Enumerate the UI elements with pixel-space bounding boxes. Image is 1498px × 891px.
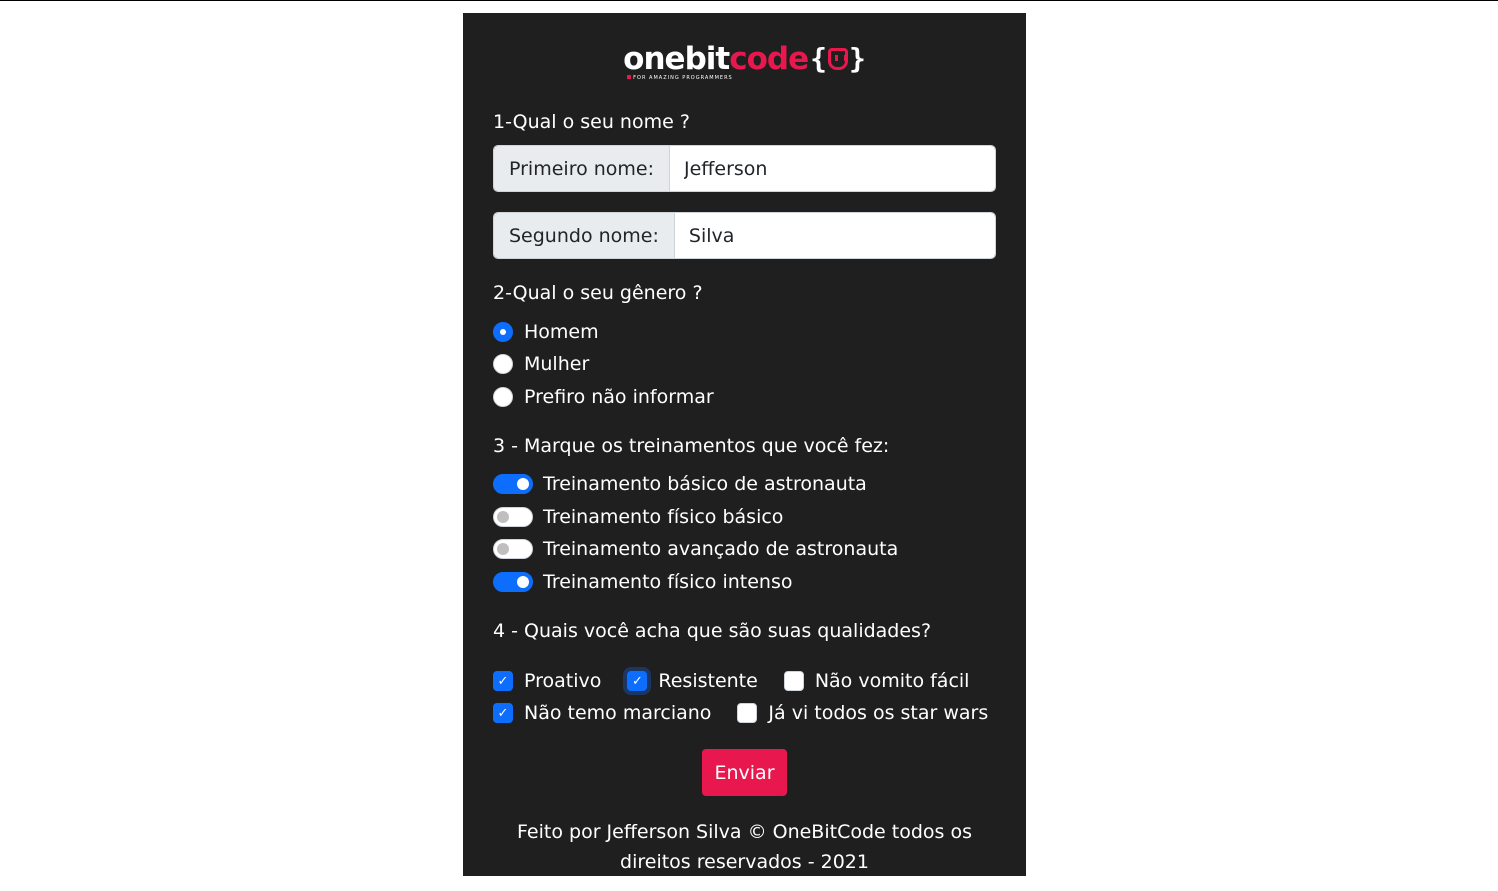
logo-text-code: code — [729, 41, 809, 77]
question-trainings-title: 3 - Marque os treinamentos que você fez: — [493, 435, 890, 457]
switch-treinamento-basico-astronauta[interactable]: Treinamento básico de astronauta — [493, 473, 867, 495]
radio-prefiro-nao-informar[interactable]: Prefiro não informar — [493, 386, 714, 408]
logo-brace-open: { — [810, 42, 827, 75]
rock-hand-icon — [827, 48, 848, 70]
checkbox-ja-vi-star-wars[interactable]: Já vi todos os star wars — [737, 702, 988, 724]
toggle-switch-on[interactable] — [493, 474, 533, 494]
radio-button[interactable] — [493, 387, 513, 407]
switch-label: Treinamento avançado de astronauta — [543, 538, 899, 560]
checkbox-label: Já vi todos os star wars — [768, 702, 989, 724]
second-name-input[interactable] — [674, 213, 995, 258]
logo: onebit code { } FOR AMAZING PROGRAMMERS — [463, 43, 1026, 83]
radio-mulher[interactable]: Mulher — [493, 353, 589, 375]
first-name-input[interactable] — [670, 146, 995, 191]
switch-treinamento-fisico-basico[interactable]: Treinamento físico básico — [493, 506, 783, 528]
toggle-switch-on[interactable] — [493, 572, 533, 592]
checkbox-nao-vomito-facil[interactable]: Não vomito fácil — [783, 670, 970, 692]
checkbox-resistente[interactable]: ✓ Resistente — [627, 670, 758, 692]
checkbox-nao-temo-marciano[interactable]: ✓ Não temo marciano — [493, 702, 711, 724]
qualities-row-2: ✓ Não temo marciano Já vi todos os star … — [493, 702, 1014, 724]
radio-label: Prefiro não informar — [524, 386, 714, 408]
switch-treinamento-fisico-intenso[interactable]: Treinamento físico intenso — [493, 571, 793, 593]
switch-label: Treinamento físico básico — [543, 506, 784, 528]
logo-tagline: FOR AMAZING PROGRAMMERS — [627, 75, 733, 81]
toggle-switch-off[interactable] — [493, 539, 533, 559]
logo-brace-close: } — [848, 42, 866, 75]
footer-credits: Feito por Jefferson Silva © OneBitCode t… — [517, 821, 972, 873]
qualities-row-1: ✓ Proativo ✓ Resistente Não vomito fácil — [493, 670, 995, 692]
first-name-label: Primeiro nome: — [494, 146, 671, 191]
question-qualities-title: 4 - Quais você acha que são suas qualida… — [493, 620, 932, 642]
form-panel: onebit code { } FOR AMAZING PROGRAMMERS … — [463, 13, 1026, 876]
toggle-switch-off[interactable] — [493, 507, 533, 527]
radio-button[interactable] — [493, 354, 513, 374]
second-name-group: Segundo nome: — [493, 212, 996, 259]
switch-treinamento-avancado-astronauta[interactable]: Treinamento avançado de astronauta — [493, 538, 898, 560]
switch-label: Treinamento básico de astronauta — [543, 473, 867, 495]
checkbox-label: Resistente — [658, 670, 758, 692]
question-gender-title: 2-Qual o seu gênero ? — [493, 282, 703, 304]
checkbox-label: Não temo marciano — [524, 702, 712, 724]
check-icon[interactable]: ✓ — [493, 671, 513, 691]
checkbox-box[interactable] — [737, 703, 758, 723]
checkbox-box[interactable] — [783, 671, 804, 691]
question-name-title: 1-Qual o seu nome ? — [493, 111, 690, 133]
radio-button-selected[interactable] — [493, 322, 513, 342]
radio-homem[interactable]: Homem — [493, 321, 599, 343]
check-icon[interactable]: ✓ — [493, 703, 513, 723]
checkbox-label: Não vomito fácil — [814, 670, 970, 692]
logo-text-onebit: onebit — [623, 41, 730, 77]
top-border — [0, 0, 1498, 1]
radio-label: Homem — [524, 321, 599, 343]
radio-label: Mulher — [524, 353, 590, 375]
switch-label: Treinamento físico intenso — [543, 571, 793, 593]
checkbox-label: Proativo — [524, 670, 602, 692]
checkbox-proativo[interactable]: ✓ Proativo — [493, 670, 601, 692]
first-name-group: Primeiro nome: — [493, 145, 996, 192]
second-name-label: Segundo nome: — [494, 213, 675, 258]
check-icon[interactable]: ✓ — [627, 671, 648, 691]
submit-button[interactable]: Enviar — [702, 749, 787, 796]
